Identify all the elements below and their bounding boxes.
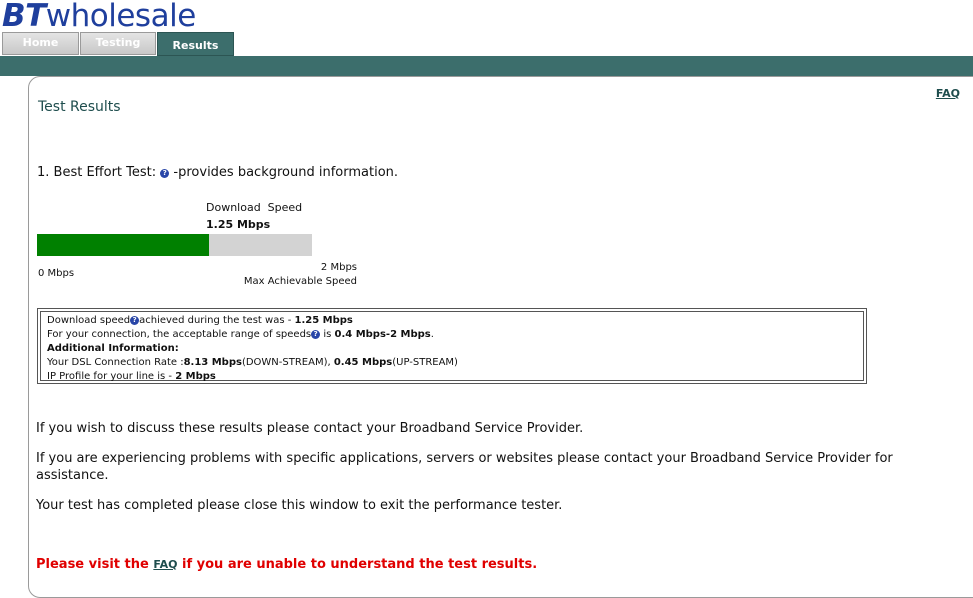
ip-profile-value: 2 Mbps — [175, 371, 216, 382]
acceptable-range-value: 0.4 Mbps-2 Mbps — [334, 329, 431, 340]
info-text: achieved during the test was - — [139, 315, 295, 326]
test-complete-text: Your test has completed please close thi… — [36, 498, 563, 513]
tab-home[interactable]: Home — [2, 32, 79, 55]
header-bar — [0, 56, 973, 76]
info-text: (DOWN-STREAM), — [241, 357, 334, 368]
additional-info-title: Additional Information: — [47, 343, 179, 354]
contact-provider-text: If you wish to discuss these results ple… — [36, 421, 584, 436]
download-speed-value: 1.25 Mbps — [206, 218, 271, 231]
download-speed-label: Download Speed — [206, 201, 303, 214]
info-line-download: Download speed? achieved during the test … — [47, 314, 857, 328]
meter-min-label: 0 Mbps — [38, 268, 75, 279]
faq-link-bottom[interactable]: FAQ — [153, 558, 177, 571]
download-result-value: 1.25 Mbps — [294, 315, 353, 326]
speed-meter-fill — [37, 234, 209, 256]
info-box-inner: Download speed? achieved during the test … — [40, 311, 864, 384]
meter-max-caption: Max Achievable Speed — [243, 276, 357, 287]
info-line-dsl-rate: Your DSL Connection Rate :8.13 Mbps(DOWN… — [47, 356, 857, 370]
info-box: Download speed? achieved during the test … — [37, 308, 867, 384]
info-line-range: For your connection, the acceptable rang… — [47, 328, 857, 342]
faq-notice-prefix: Please visit the — [36, 557, 154, 572]
meter-max-value: 2 Mbps — [320, 262, 357, 273]
page-title: Test Results — [38, 99, 121, 115]
question-icon[interactable]: ? — [160, 169, 170, 178]
logo-wholesale: wholesale — [45, 0, 197, 34]
faq-notice-suffix: if you are unable to understand the test… — [177, 557, 538, 572]
meter-max-label: 2 Mbps Max Achievable Speed — [200, 261, 357, 289]
problems-text: If you are experiencing problems with sp… — [36, 451, 893, 483]
best-effort-label: 1. Best Effort Test: — [37, 165, 157, 180]
best-effort-description: -provides background information. — [173, 165, 399, 180]
info-text: Download speed — [47, 315, 131, 326]
info-text: is — [320, 329, 335, 340]
downstream-rate: 8.13 Mbps — [183, 357, 242, 368]
faq-notice: Please visit the FAQ if you are unable t… — [36, 557, 537, 572]
additional-info-heading: Additional Information: — [47, 342, 857, 356]
info-text: (UP-STREAM) — [392, 357, 458, 368]
upstream-rate: 0.45 Mbps — [333, 357, 393, 368]
question-icon[interactable]: ? — [311, 330, 321, 339]
speed-meter — [37, 234, 312, 256]
info-text: Your DSL Connection Rate : — [47, 357, 184, 368]
best-effort-heading: 1. Best Effort Test: ? -provides backgro… — [37, 165, 398, 180]
bt-wholesale-logo: BTwholesale — [2, 0, 196, 32]
info-text: IP Profile for your line is - — [47, 371, 176, 382]
logo-bt: BT — [2, 0, 46, 34]
tab-results[interactable]: Results — [157, 32, 234, 56]
question-icon[interactable]: ? — [130, 316, 140, 325]
faq-link-top[interactable]: FAQ — [936, 87, 960, 100]
tab-testing[interactable]: Testing — [80, 32, 156, 55]
info-text: . — [430, 329, 434, 340]
info-text: For your connection, the acceptable rang… — [47, 329, 312, 340]
info-line-ip-profile: IP Profile for your line is - 2 Mbps — [47, 370, 857, 384]
